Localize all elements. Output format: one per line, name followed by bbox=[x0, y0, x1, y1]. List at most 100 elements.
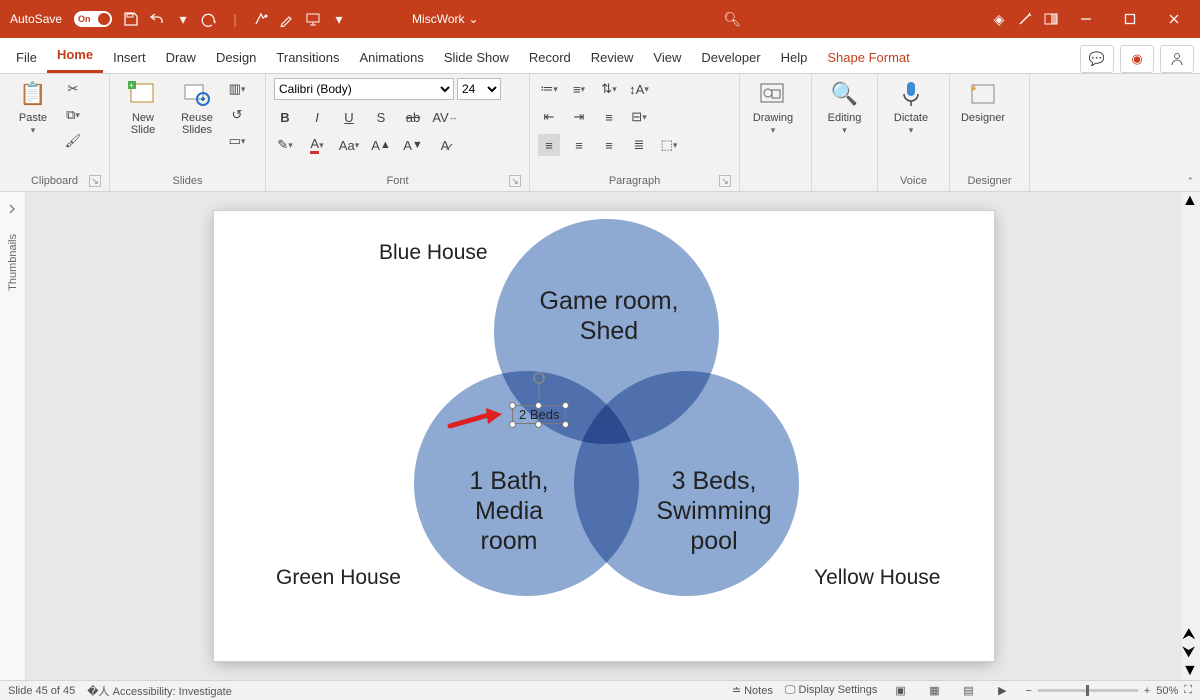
font-name-select[interactable]: Calibri (Body) bbox=[274, 78, 454, 100]
underline-button[interactable]: U bbox=[338, 106, 360, 128]
share-button[interactable] bbox=[1160, 45, 1194, 73]
tab-record[interactable]: Record bbox=[519, 42, 581, 73]
scroll-next-slide-icon[interactable]: ⮟ bbox=[1182, 644, 1200, 662]
strike-button[interactable]: ab bbox=[402, 106, 424, 128]
close-button[interactable] bbox=[1152, 0, 1196, 38]
bold-button[interactable]: B bbox=[274, 106, 296, 128]
diamond-icon[interactable]: ◈ bbox=[986, 6, 1012, 32]
slide[interactable]: Blue House Green House Yellow House Game… bbox=[214, 211, 994, 661]
tab-design[interactable]: Design bbox=[206, 42, 266, 73]
char-spacing-button[interactable]: AV↔ bbox=[434, 106, 456, 128]
tab-review[interactable]: Review bbox=[581, 42, 644, 73]
slideshow-view-icon[interactable]: ▶ bbox=[991, 683, 1013, 699]
notes-button[interactable]: ≐ Notes bbox=[732, 684, 773, 697]
tab-animations[interactable]: Animations bbox=[350, 42, 434, 73]
save-icon[interactable] bbox=[118, 6, 144, 32]
tab-file[interactable]: File bbox=[6, 42, 47, 73]
display-settings-button[interactable]: 🖵 Display Settings bbox=[785, 684, 878, 697]
inc-indent-button[interactable]: ⇥ bbox=[568, 106, 590, 128]
tab-slideshow[interactable]: Slide Show bbox=[434, 42, 519, 73]
shadow-button[interactable]: S bbox=[370, 106, 392, 128]
minimize-button[interactable] bbox=[1064, 0, 1108, 38]
fit-to-window-icon[interactable]: ⛶ bbox=[1184, 684, 1192, 697]
clipboard-dialog-icon[interactable]: ↘ bbox=[89, 175, 101, 187]
font-color-button[interactable]: A▾ bbox=[306, 134, 328, 156]
normal-view-icon[interactable]: ▣ bbox=[889, 683, 911, 699]
layout-button[interactable]: ▥▾ bbox=[226, 78, 248, 100]
handle-s[interactable] bbox=[535, 421, 542, 428]
tab-view[interactable]: View bbox=[643, 42, 691, 73]
tab-home[interactable]: Home bbox=[47, 39, 103, 73]
record-button[interactable]: ◉ bbox=[1120, 45, 1154, 73]
ribbon-mode-icon[interactable] bbox=[1038, 6, 1064, 32]
numbering-button[interactable]: ≡▾ bbox=[568, 78, 590, 100]
paragraph-dialog-icon[interactable]: ↘ bbox=[719, 175, 731, 187]
tab-help[interactable]: Help bbox=[771, 42, 818, 73]
zoom-out-button[interactable]: − bbox=[1025, 685, 1031, 697]
rotate-handle-icon[interactable] bbox=[531, 371, 547, 387]
touch-icon[interactable] bbox=[248, 6, 274, 32]
accessibility-status[interactable]: �人 Accessibility: Investigate bbox=[87, 683, 232, 699]
maximize-button[interactable] bbox=[1108, 0, 1152, 38]
font-dialog-icon[interactable]: ↘ bbox=[509, 175, 521, 187]
collapse-ribbon-icon[interactable]: ⌃ bbox=[1186, 176, 1194, 187]
vertical-scrollbar[interactable]: ▲ ⮝ ⮟ ▼ bbox=[1182, 192, 1200, 680]
handle-se[interactable] bbox=[562, 421, 569, 428]
dictate-button[interactable]: Dictate▾ bbox=[886, 78, 936, 136]
reuse-slides-button[interactable]: Reuse Slides bbox=[172, 78, 222, 136]
line-spacing-button[interactable]: ⇅▾ bbox=[598, 78, 620, 100]
designer-button[interactable]: Designer bbox=[958, 78, 1008, 124]
new-slide-button[interactable]: + New Slide bbox=[118, 78, 168, 136]
align-left-button[interactable]: ≡ bbox=[538, 134, 560, 156]
scroll-up-icon[interactable]: ▲ bbox=[1182, 192, 1200, 210]
scroll-down-icon[interactable]: ▼ bbox=[1182, 662, 1200, 680]
docname-chevron-icon[interactable]: ⌄ bbox=[469, 12, 479, 26]
undo-icon[interactable] bbox=[144, 6, 170, 32]
slide-counter[interactable]: Slide 45 of 45 bbox=[8, 685, 75, 697]
format-painter-button[interactable]: 🖌 bbox=[62, 130, 84, 152]
present-icon[interactable] bbox=[300, 6, 326, 32]
search-icon[interactable]: 🔍︎ bbox=[723, 11, 741, 28]
align-right-button[interactable]: ≡ bbox=[598, 134, 620, 156]
venn-text-top[interactable]: Game room, Shed bbox=[509, 286, 709, 346]
undo-more-icon[interactable]: ▾ bbox=[170, 6, 196, 32]
copy-button[interactable]: ⧉▾ bbox=[62, 104, 84, 126]
handle-nw[interactable] bbox=[509, 402, 516, 409]
clear-format-button[interactable]: A̷ bbox=[434, 134, 456, 156]
grow-font-button[interactable]: A▲ bbox=[370, 134, 392, 156]
shrink-font-button[interactable]: A▼ bbox=[402, 134, 424, 156]
handle-ne[interactable] bbox=[562, 402, 569, 409]
redo-icon[interactable] bbox=[196, 6, 222, 32]
expand-thumbnails-icon[interactable] bbox=[7, 202, 19, 216]
handle-sw[interactable] bbox=[509, 421, 516, 428]
tab-transitions[interactable]: Transitions bbox=[266, 42, 349, 73]
reset-button[interactable]: ↺ bbox=[226, 104, 248, 126]
text-direction-button[interactable]: ↕A▾ bbox=[628, 78, 650, 100]
editing-button[interactable]: 🔍 Editing▾ bbox=[820, 78, 869, 136]
sorter-view-icon[interactable]: ▦ bbox=[923, 683, 945, 699]
highlight-color-button[interactable]: ✎▾ bbox=[274, 134, 296, 156]
tab-draw[interactable]: Draw bbox=[156, 42, 206, 73]
reading-view-icon[interactable]: ▤ bbox=[957, 683, 979, 699]
qat-more-icon[interactable]: ▾ bbox=[326, 6, 352, 32]
wand-icon[interactable] bbox=[1012, 6, 1038, 32]
tab-insert[interactable]: Insert bbox=[103, 42, 156, 73]
slide-canvas[interactable]: Blue House Green House Yellow House Game… bbox=[26, 192, 1182, 680]
zoom-in-button[interactable]: + bbox=[1144, 685, 1150, 697]
bullets-button[interactable]: ≔▾ bbox=[538, 78, 560, 100]
zoom-slider[interactable] bbox=[1038, 689, 1138, 692]
smartart-button[interactable]: ⬚▾ bbox=[658, 134, 680, 156]
section-button[interactable]: ▭▾ bbox=[226, 130, 248, 152]
venn-text-right[interactable]: 3 Beds, Swimming pool bbox=[614, 466, 814, 556]
more-indent-button[interactable]: ≡ bbox=[598, 106, 620, 128]
drawing-button[interactable]: Drawing▾ bbox=[748, 78, 798, 136]
paste-button[interactable]: 📋 Paste▾ bbox=[8, 78, 58, 136]
change-case-button[interactable]: Aa▾ bbox=[338, 134, 360, 156]
tab-shape-format[interactable]: Shape Format bbox=[817, 42, 919, 73]
align-text-button[interactable]: ⊟▾ bbox=[628, 106, 650, 128]
eyedropper-icon[interactable] bbox=[274, 6, 300, 32]
document-name[interactable]: MiscWork bbox=[412, 12, 464, 26]
comments-button[interactable]: 💬 bbox=[1080, 45, 1114, 73]
align-center-button[interactable]: ≡ bbox=[568, 134, 590, 156]
cut-button[interactable]: ✂ bbox=[62, 78, 84, 100]
